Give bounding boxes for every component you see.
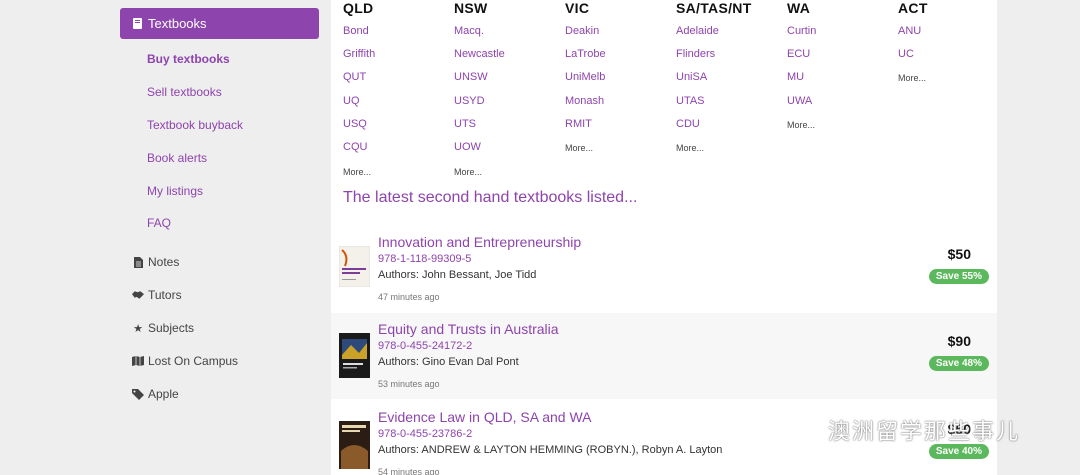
sidebar: Textbooks Buy textbooks Sell textbooks T…	[0, 0, 331, 475]
sidebar-item-label: Notes	[148, 255, 180, 269]
sidebar-item-label: Apple	[148, 387, 179, 401]
save-badge: Save 40%	[928, 444, 989, 459]
more-link[interactable]: More...	[343, 167, 371, 177]
book-cover[interactable]	[339, 333, 370, 378]
uni-link[interactable]: Adelaide	[676, 25, 719, 37]
sidebar-item-textbooks[interactable]: Textbooks	[120, 8, 319, 39]
uni-link[interactable]: UNSW	[454, 71, 488, 83]
uni-link[interactable]: RMIT	[565, 118, 592, 130]
uni-link[interactable]: UC	[898, 48, 914, 60]
sidebar-item-label: Textbooks	[148, 16, 207, 31]
sidebar-item-subjects[interactable]: ★ Subjects	[132, 321, 194, 335]
uni-link[interactable]: Flinders	[676, 48, 715, 60]
uni-link[interactable]: UniSA	[676, 71, 707, 83]
more-link[interactable]: More...	[676, 143, 704, 153]
main-panel: QLD Bond Griffith QUT UQ USQ CQU More...…	[331, 0, 997, 475]
sidebar-item-tutors[interactable]: Tutors	[132, 288, 182, 302]
sidebar-item-faq[interactable]: FAQ	[147, 216, 171, 230]
sidebar-item-apple[interactable]: Apple	[132, 387, 179, 401]
book-authors: Authors: Gino Evan Dal Pont	[378, 356, 519, 368]
book-isbn: 978-0-455-24172-2	[378, 340, 473, 352]
uni-link[interactable]: UOW	[454, 141, 481, 153]
watermark: 澳洲留学那些事儿	[782, 414, 1020, 446]
book-authors: Authors: ANDREW & LAYTON HEMMING (ROBYN.…	[378, 444, 723, 456]
book-listing[interactable]: Equity and Trusts in Australia 978-0-455…	[331, 313, 997, 399]
book-price: $90	[947, 333, 971, 349]
uni-link[interactable]: CDU	[676, 118, 700, 130]
uni-link[interactable]: UQ	[343, 95, 360, 107]
sidebar-item-textbook-buyback[interactable]: Textbook buyback	[147, 118, 243, 132]
book-cover[interactable]	[338, 245, 371, 288]
uni-link[interactable]: ANU	[898, 25, 921, 37]
state-heading-nsw: NSW	[454, 0, 488, 16]
more-link[interactable]: More...	[898, 73, 926, 83]
sidebar-item-sell-textbooks[interactable]: Sell textbooks	[147, 85, 222, 99]
uni-link[interactable]: UWA	[787, 95, 812, 107]
uni-link[interactable]: LaTrobe	[565, 48, 606, 60]
uni-link[interactable]: Deakin	[565, 25, 599, 37]
latest-listings-heading: The latest second hand textbooks listed.…	[343, 189, 638, 206]
book-listing[interactable]: Innovation and Entrepreneurship 978-1-11…	[331, 226, 997, 312]
sidebar-item-label: Tutors	[148, 288, 182, 302]
book-listed-time: 53 minutes ago	[378, 379, 440, 389]
book-listed-time: 54 minutes ago	[378, 467, 440, 475]
sidebar-item-my-listings[interactable]: My listings	[147, 184, 203, 198]
book-price: $50	[947, 246, 971, 262]
uni-link[interactable]: Macq.	[454, 25, 484, 37]
sidebar-item-buy-textbooks[interactable]: Buy textbooks	[147, 52, 230, 66]
book-title-link[interactable]: Innovation and Entrepreneurship	[378, 234, 581, 250]
book-icon	[133, 18, 142, 29]
state-heading-vic: VIC	[565, 0, 590, 16]
uni-link[interactable]: Curtin	[787, 25, 816, 37]
star-icon: ★	[133, 322, 143, 335]
sidebar-item-book-alerts[interactable]: Book alerts	[147, 151, 207, 165]
uni-link[interactable]: Monash	[565, 95, 604, 107]
handshake-icon	[132, 289, 144, 301]
map-icon	[132, 355, 144, 367]
uni-link[interactable]: UTAS	[676, 95, 705, 107]
more-link[interactable]: More...	[565, 143, 593, 153]
sidebar-item-label: Lost On Campus	[148, 354, 239, 368]
watermark-text: 澳洲留学那些事儿	[828, 419, 1021, 444]
book-isbn: 978-0-455-23786-2	[378, 428, 473, 440]
book-isbn: 978-1-118-99309-5	[378, 253, 472, 265]
uni-link[interactable]: MU	[787, 71, 804, 83]
book-listed-time: 47 minutes ago	[378, 292, 440, 302]
uni-link[interactable]: CQU	[343, 141, 367, 153]
uni-link[interactable]: Newcastle	[454, 48, 505, 60]
uni-link[interactable]: USQ	[343, 118, 367, 130]
sidebar-item-lost-on-campus[interactable]: Lost On Campus	[132, 354, 238, 368]
state-heading-sa-tas-nt: SA/TAS/NT	[676, 0, 752, 16]
uni-link[interactable]: UniMelb	[565, 71, 605, 83]
save-badge: Save 48%	[928, 356, 989, 371]
more-link[interactable]: More...	[454, 167, 482, 177]
sidebar-item-label: Subjects	[148, 321, 195, 335]
save-badge: Save 55%	[928, 269, 989, 284]
book-authors: Authors: John Bessant, Joe Tidd	[378, 269, 537, 281]
book-title-link[interactable]: Evidence Law in QLD, SA and WA	[378, 409, 591, 425]
file-icon	[132, 256, 144, 268]
book-cover[interactable]	[339, 421, 370, 469]
uni-link[interactable]: Griffith	[343, 48, 375, 60]
uni-link[interactable]: QUT	[343, 71, 366, 83]
uni-link[interactable]: Bond	[343, 25, 369, 37]
state-heading-wa: WA	[787, 0, 811, 16]
uni-link[interactable]: ECU	[787, 48, 810, 60]
state-heading-act: ACT	[898, 0, 928, 16]
uni-link[interactable]: USYD	[454, 95, 485, 107]
book-title-link[interactable]: Equity and Trusts in Australia	[378, 321, 559, 337]
state-heading-qld: QLD	[343, 0, 374, 16]
more-link[interactable]: More...	[787, 120, 815, 130]
tag-icon	[132, 388, 144, 400]
wechat-icon	[782, 417, 822, 443]
uni-link[interactable]: UTS	[454, 118, 476, 130]
sidebar-item-notes[interactable]: Notes	[132, 255, 179, 269]
